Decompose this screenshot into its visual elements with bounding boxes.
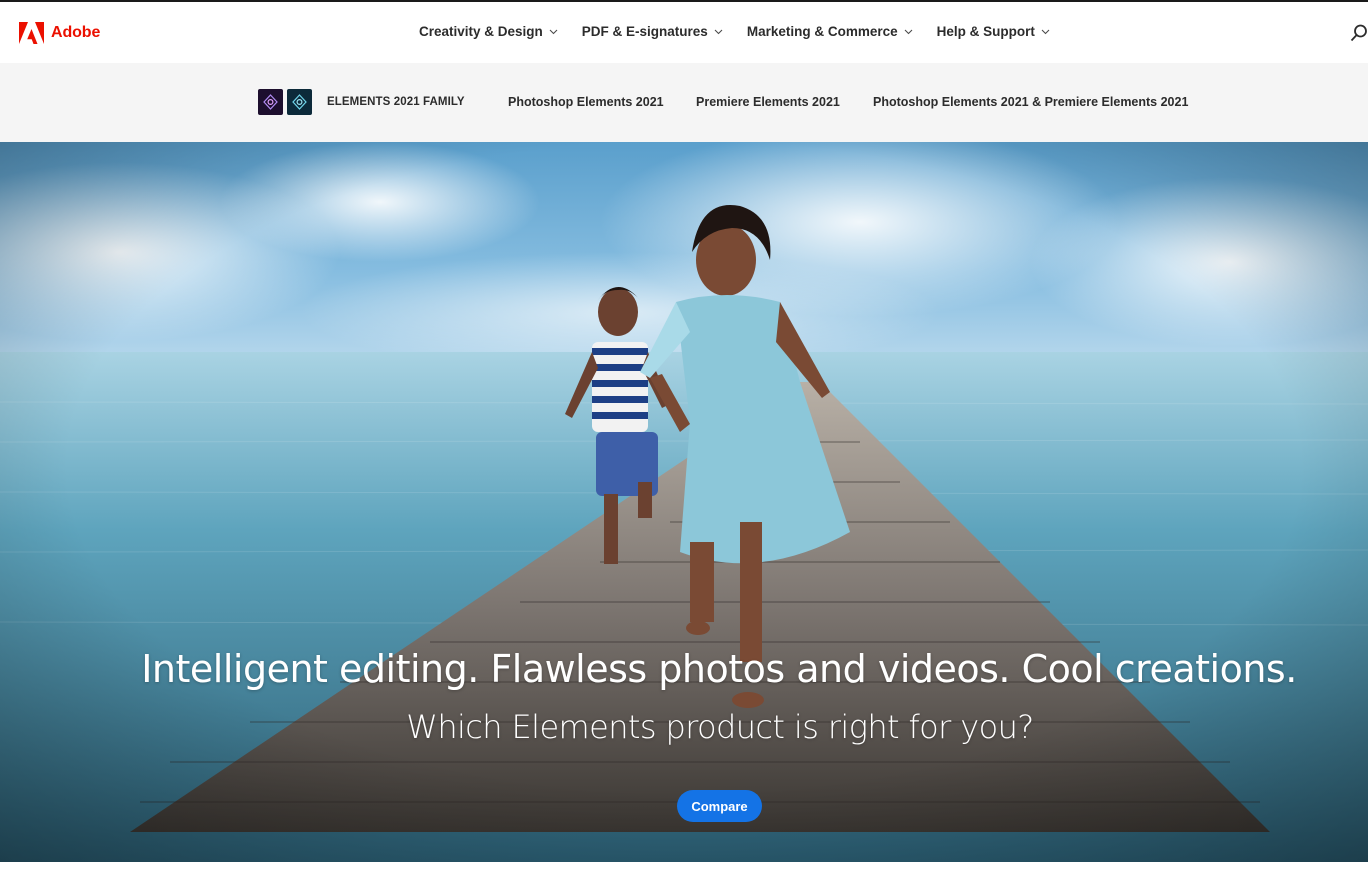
family-icons [258, 89, 312, 115]
brand-name: Adobe [51, 24, 101, 41]
adobe-home-link[interactable]: Adobe [19, 21, 100, 45]
adobe-logo-icon [19, 22, 44, 44]
hero-banner: Intelligent editing. Flawless photos and… [0, 142, 1368, 862]
photoshop-elements-icon [258, 89, 283, 115]
hero-subheading: Which Elements product is right for you? [406, 708, 1034, 746]
hero-photo [0, 142, 1368, 862]
global-nav: Adobe Creativity & Design PDF & E-signat… [0, 0, 1368, 63]
chevron-down-icon [549, 29, 558, 34]
sub-nav-bundle[interactable]: Photoshop Elements 2021 & Premiere Eleme… [873, 95, 1188, 109]
premiere-elements-icon [287, 89, 312, 115]
chevron-down-icon [1041, 29, 1050, 34]
nav-creativity-design[interactable]: Creativity & Design [419, 24, 558, 39]
nav-pdf-esignatures[interactable]: PDF & E-signatures [582, 24, 723, 39]
search-icon[interactable] [1350, 24, 1368, 42]
family-title[interactable]: ELEMENTS 2021 FAMILY [327, 96, 465, 108]
elements-sub-nav: ELEMENTS 2021 FAMILY Photoshop Elements … [0, 63, 1368, 142]
chevron-down-icon [714, 29, 723, 34]
sub-nav-photoshop-elements[interactable]: Photoshop Elements 2021 [508, 95, 664, 109]
chevron-down-icon [904, 29, 913, 34]
global-nav-menu: Creativity & Design PDF & E-signatures M… [419, 24, 1074, 39]
hero-heading: Intelligent editing. Flawless photos and… [141, 647, 1297, 691]
sub-nav-premiere-elements[interactable]: Premiere Elements 2021 [696, 95, 840, 109]
nav-item-label: Help & Support [936, 24, 1035, 39]
nav-marketing-commerce[interactable]: Marketing & Commerce [747, 24, 913, 39]
nav-help-support[interactable]: Help & Support [937, 24, 1050, 39]
nav-item-label: PDF & E-signatures [581, 24, 708, 39]
nav-item-label: Marketing & Commerce [746, 24, 898, 39]
nav-item-label: Creativity & Design [419, 24, 543, 39]
compare-button[interactable]: Compare [677, 790, 762, 822]
